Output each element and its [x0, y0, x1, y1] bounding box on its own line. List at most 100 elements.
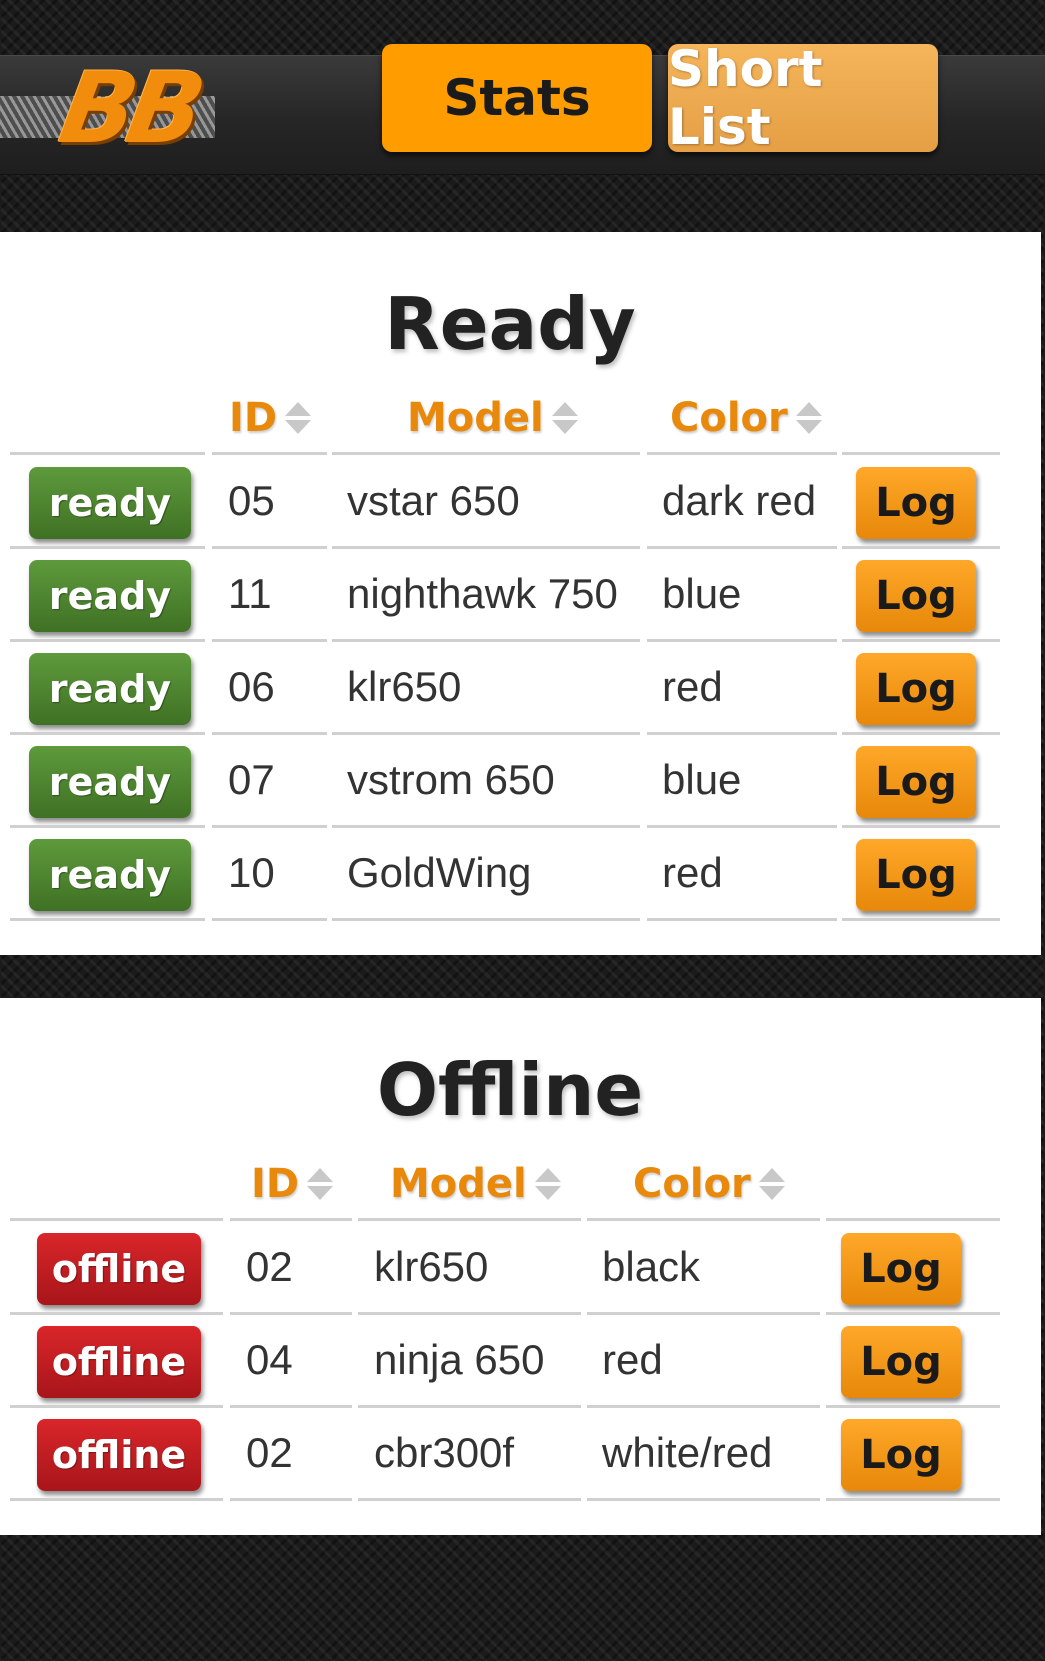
ready-col-color-label: Color [670, 395, 788, 441]
row-divider [230, 1405, 352, 1408]
row-divider [10, 1498, 223, 1501]
row-divider [332, 639, 640, 642]
log-button[interactable]: Log [856, 467, 976, 539]
row-model: klr650 [347, 663, 462, 710]
header-divider [10, 1218, 223, 1221]
header-divider [647, 452, 837, 455]
row-color: dark red [662, 477, 817, 524]
sort-icon [795, 400, 822, 436]
status-badge[interactable]: ready [29, 746, 191, 818]
row-model: GoldWing [347, 849, 532, 896]
row-divider [647, 825, 837, 828]
row-model: cbr300f [374, 1429, 515, 1476]
row-id: 07 [228, 756, 275, 803]
ready-col-id-label: ID [229, 395, 278, 441]
ready-panel: Ready ID Model Color ready 05 vstar 650 dar… [0, 232, 1041, 955]
log-button[interactable]: Log [856, 560, 976, 632]
row-divider [826, 1498, 1000, 1501]
row-divider [212, 546, 327, 549]
row-divider [587, 1312, 820, 1315]
row-color: black [602, 1243, 701, 1290]
offline-col-color-header[interactable]: Color [633, 1161, 785, 1207]
row-model: vstar 650 [347, 477, 520, 524]
row-id: 05 [228, 477, 275, 524]
ready-title: Ready [384, 282, 636, 366]
log-button[interactable]: Log [841, 1233, 961, 1305]
row-divider [332, 732, 640, 735]
row-divider [358, 1498, 581, 1501]
ready-col-id-header[interactable]: ID [229, 395, 312, 441]
row-divider [10, 732, 205, 735]
status-badge[interactable]: ready [29, 839, 191, 911]
header-divider [358, 1218, 581, 1221]
offline-col-model-header[interactable]: Model [390, 1161, 561, 1207]
offline-col-model-label: Model [390, 1161, 527, 1207]
row-id: 02 [246, 1243, 293, 1290]
row-divider [358, 1312, 581, 1315]
log-button[interactable]: Log [856, 839, 976, 911]
log-button[interactable]: Log [841, 1326, 961, 1398]
offline-col-id-label: ID [251, 1161, 300, 1207]
logo[interactable]: BB [0, 52, 215, 166]
offline-col-id-header[interactable]: ID [251, 1161, 334, 1207]
row-color: blue [662, 756, 742, 803]
row-color: white/red [602, 1429, 773, 1476]
ready-col-model-label: Model [407, 395, 544, 441]
row-divider [230, 1498, 352, 1501]
header-divider [332, 452, 640, 455]
row-divider [332, 825, 640, 828]
row-divider [332, 918, 640, 921]
row-divider [212, 825, 327, 828]
row-model: klr650 [374, 1243, 489, 1290]
row-divider [647, 546, 837, 549]
status-badge[interactable]: ready [29, 560, 191, 632]
row-divider [212, 732, 327, 735]
log-button[interactable]: Log [856, 653, 976, 725]
sort-icon [534, 1166, 561, 1202]
row-divider [332, 546, 640, 549]
offline-col-color-label: Color [633, 1161, 751, 1207]
ready-col-model-header[interactable]: Model [407, 395, 578, 441]
header-divider [212, 452, 327, 455]
row-divider [10, 918, 205, 921]
row-divider [842, 825, 1000, 828]
row-divider [587, 1405, 820, 1408]
row-id: 10 [228, 849, 275, 896]
status-badge[interactable]: offline [37, 1419, 201, 1491]
row-divider [842, 546, 1000, 549]
row-id: 02 [246, 1429, 293, 1476]
log-button[interactable]: Log [841, 1419, 961, 1491]
row-color: red [662, 849, 723, 896]
header-divider [10, 452, 205, 455]
row-divider [842, 918, 1000, 921]
row-id: 04 [246, 1336, 293, 1383]
offline-panel: Offline ID Model Color offline 02 klr650 bl… [0, 998, 1041, 1535]
sort-icon [758, 1166, 785, 1202]
sort-icon [285, 400, 312, 436]
row-model: nighthawk 750 [347, 570, 618, 617]
row-color: red [662, 663, 723, 710]
row-divider [647, 639, 837, 642]
row-divider [10, 825, 205, 828]
header-divider [826, 1218, 1000, 1221]
status-badge[interactable]: ready [29, 467, 191, 539]
log-button[interactable]: Log [856, 746, 976, 818]
header-divider [230, 1218, 352, 1221]
header-divider [842, 452, 1000, 455]
row-divider [10, 546, 205, 549]
stats-button[interactable]: Stats [382, 44, 652, 152]
row-divider [826, 1405, 1000, 1408]
row-divider [587, 1498, 820, 1501]
row-divider [212, 918, 327, 921]
row-divider [358, 1405, 581, 1408]
ready-col-color-header[interactable]: Color [670, 395, 822, 441]
status-badge[interactable]: offline [37, 1233, 201, 1305]
status-badge[interactable]: offline [37, 1326, 201, 1398]
status-badge[interactable]: ready [29, 653, 191, 725]
row-divider [10, 639, 205, 642]
row-id: 11 [228, 570, 272, 617]
row-divider [842, 639, 1000, 642]
row-divider [647, 732, 837, 735]
short-list-button[interactable]: Short List [668, 40, 938, 156]
sort-icon [307, 1166, 334, 1202]
